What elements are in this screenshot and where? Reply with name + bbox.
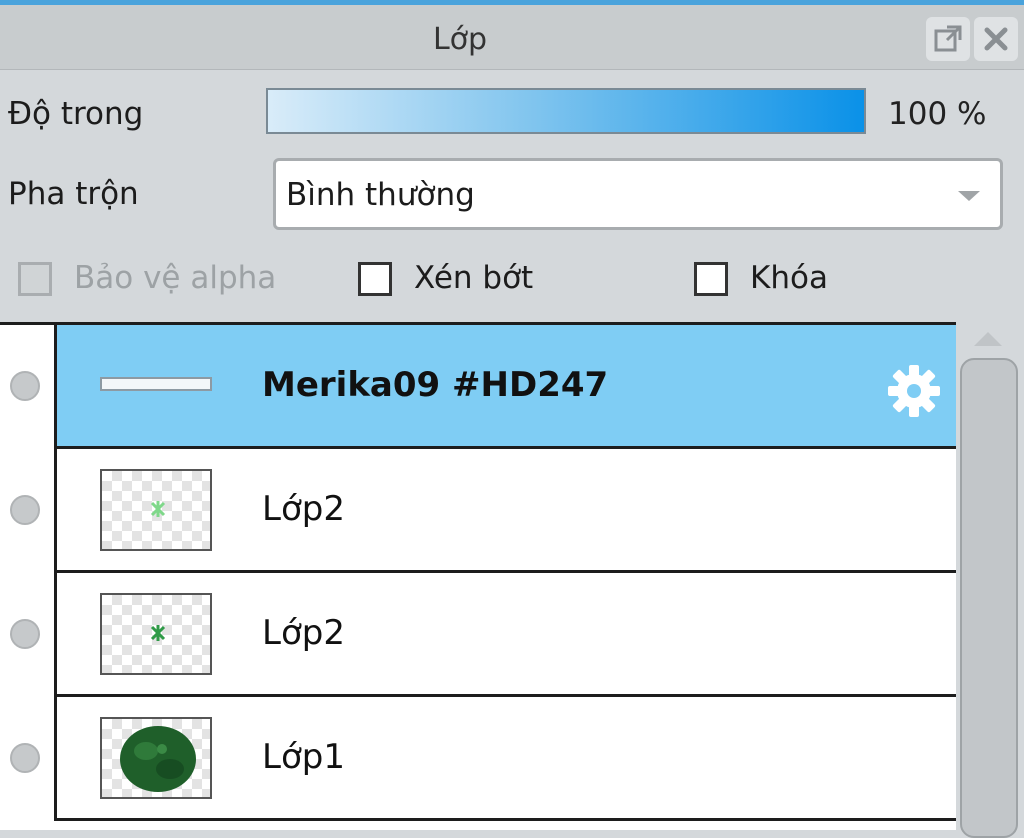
group-thumbnail (100, 377, 212, 391)
opacity-label: Độ trong (8, 96, 144, 132)
layer-row-group[interactable]: Merika09 #HD247 (0, 325, 956, 449)
layer-row[interactable]: Lớp1 (0, 697, 956, 821)
scroll-up-arrow-icon[interactable] (974, 332, 1002, 346)
visibility-toggle[interactable] (10, 743, 40, 773)
clip-label: Xén bớt (414, 260, 534, 296)
close-icon (984, 27, 1008, 51)
layer-name: Lớp1 (262, 737, 345, 777)
layer-row[interactable]: Lớp2 (0, 449, 956, 573)
visibility-toggle[interactable] (10, 495, 40, 525)
layer-thumbnail (100, 593, 212, 675)
protect-alpha-checkbox[interactable] (18, 262, 52, 296)
layer-row[interactable]: Lớp2 (0, 573, 956, 697)
blend-mode-label: Pha trộn (8, 176, 139, 212)
chevron-down-icon (958, 191, 980, 201)
panel-titlebar[interactable]: Lớp (0, 5, 1024, 70)
blend-mode-value: Bình thường (286, 177, 475, 213)
visibility-cell (0, 697, 57, 821)
close-button[interactable] (974, 17, 1018, 61)
visibility-toggle[interactable] (10, 371, 40, 401)
protect-alpha-label: Bảo vệ alpha (74, 260, 277, 296)
scroll-thumb[interactable] (960, 358, 1018, 838)
layer-name: Merika09 #HD247 (262, 365, 609, 405)
popout-icon (934, 25, 962, 52)
layer-thumbnail (100, 469, 212, 551)
blend-mode-select[interactable]: Bình thường (273, 158, 1003, 230)
layer-thumbnail (100, 717, 212, 799)
opacity-slider[interactable] (266, 88, 866, 134)
green-mark-thumbnail (150, 625, 166, 641)
layer-scrollbar[interactable] (956, 322, 1024, 838)
layer-name: Lớp2 (262, 489, 345, 529)
panel-title: Lớp (432, 22, 488, 57)
green-mark-thumbnail (150, 501, 166, 517)
layer-list: Merika09 #HD247 Lớp2 Lớp2 Lớp1 (0, 322, 956, 830)
green-blob-thumbnail (120, 726, 196, 792)
opacity-value: 100 % (888, 96, 987, 132)
lock-checkbox[interactable] (694, 262, 728, 296)
visibility-toggle[interactable] (10, 619, 40, 649)
lock-label: Khóa (750, 260, 828, 296)
visibility-cell (0, 325, 57, 449)
gear-icon[interactable] (886, 363, 942, 419)
visibility-cell (0, 573, 57, 697)
layer-name: Lớp2 (262, 613, 345, 653)
clip-checkbox[interactable] (358, 262, 392, 296)
visibility-cell (0, 449, 57, 573)
detach-button[interactable] (926, 17, 970, 61)
